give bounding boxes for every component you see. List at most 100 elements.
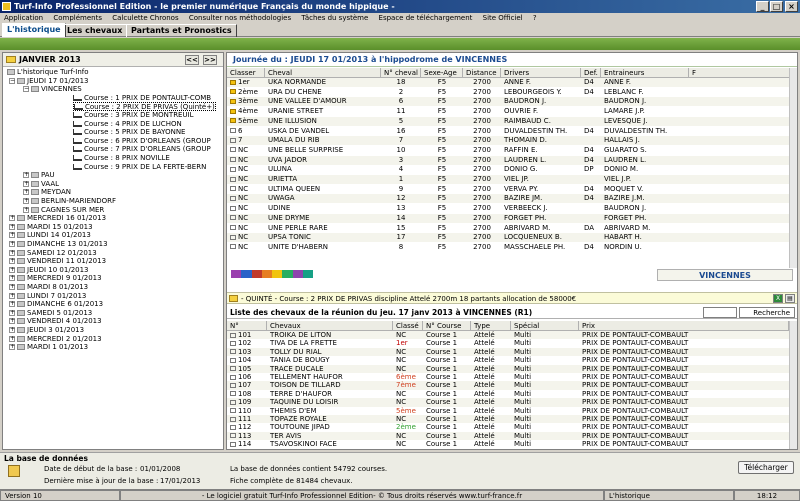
expand-icon[interactable]: + [23, 172, 29, 179]
result-row[interactable]: NC UDINE 13 F5 2700 VERBEECK J. BAUDRON J. [227, 204, 797, 213]
horse-row[interactable]: 110 THEMIS D'EM 5ème Course 1 Attelé Multi PRI… [227, 407, 797, 415]
tree-node[interactable]: + MARDI 15 01/2013 [9, 223, 93, 232]
horse-row[interactable]: 112 TOUTOUNE JIPAD 2ème Course 1 Attelé Multi… [227, 423, 797, 431]
horse-row[interactable]: 104 TANIA DE BOUGY NC Course 1 Attelé Multi PR… [227, 356, 797, 364]
tree-node[interactable]: Course : 5 PRIX DE BAYONNE [73, 128, 185, 137]
tree-node[interactable]: + SAMEDI 5 01/2013 [9, 309, 92, 318]
excel-export-icon[interactable]: X [773, 294, 783, 303]
maximize-button[interactable]: □ [770, 1, 783, 12]
grid-column-header[interactable]: Spécial [511, 321, 579, 331]
grid-column-header[interactable]: N° cheval [381, 68, 421, 78]
expand-icon[interactable]: + [9, 258, 15, 265]
horse-row[interactable]: 107 TOISON DE TILLARD 7ème Course 1 Attelé Mu… [227, 381, 797, 390]
result-row[interactable]: 3ème UNE VALLEE D'AMOUR 6 F5 2700 BAUDRON J. B… [227, 97, 797, 107]
close-button[interactable]: × [785, 1, 798, 12]
grid-column-header[interactable]: Type [471, 321, 511, 331]
tree-node[interactable]: + VENDREDI 11 01/2013 [9, 257, 106, 266]
grid-column-header[interactable]: Classer [227, 68, 265, 78]
print-icon[interactable]: ▤ [785, 294, 795, 303]
grid-column-header[interactable]: Prix [579, 321, 789, 331]
tab-historique[interactable]: L'historique [2, 23, 66, 37]
horse-row[interactable]: 102 TIVA DE LA FRETTE 1er Course 1 Attelé Mul… [227, 339, 797, 347]
download-button[interactable]: Télécharger [738, 461, 794, 474]
expand-icon[interactable]: + [9, 249, 15, 256]
menu-taches[interactable]: Tâches du système [301, 14, 368, 22]
tree-node[interactable]: Course : 6 PRIX D'ORLEANS (GROUP [73, 137, 211, 146]
tree-node[interactable]: + DIMANCHE 6 01/2013 [9, 300, 103, 309]
collapse-icon[interactable]: − [9, 77, 15, 84]
horse-row[interactable]: 106 TELLEMENT HAUFOR 6ème Course 1 Attelé Mul… [227, 373, 797, 381]
grid-column-header[interactable]: Chevaux [267, 321, 393, 331]
tree-node[interactable]: + JEUDI 10 01/2013 [9, 266, 89, 275]
tree-node[interactable]: + MERCREDI 9 01/2013 [9, 274, 102, 283]
grid-column-header[interactable]: F [689, 68, 797, 78]
expand-icon[interactable]: + [9, 335, 15, 342]
expand-icon[interactable]: + [9, 241, 15, 247]
expand-icon[interactable]: + [9, 318, 15, 325]
expand-icon[interactable]: + [9, 223, 15, 230]
tree-node[interactable]: + SAMEDI 12 01/2013 [9, 249, 97, 258]
grid-column-header[interactable]: Drivers [501, 68, 581, 78]
next-month-button[interactable]: >> [203, 55, 217, 65]
expand-icon[interactable]: + [9, 215, 15, 222]
tree-node[interactable]: + BERLIN-MARIENDORF [23, 197, 116, 206]
result-row[interactable]: NC UNITE D'HABERN 8 F5 2700 MASSCHAELE PH. D4 N… [227, 243, 797, 252]
result-row[interactable]: 5ème UNE ILLUSION 5 F5 2700 RAIMBAUD C. LEVESQ… [227, 116, 797, 126]
result-row[interactable]: NC ULUNA 4 F5 2700 DONIO G. DP DONIO M. [227, 165, 797, 174]
menu-site[interactable]: Site Officiel [483, 14, 523, 22]
search-button[interactable]: Recherche [739, 307, 795, 318]
expand-icon[interactable]: + [9, 284, 15, 290]
horse-row[interactable]: 111 TOPAZE ROYALE NC Course 1 Attelé Multi PRI… [227, 415, 797, 424]
tree-node[interactable]: + LUNDI 14 01/2013 [9, 231, 91, 240]
tree-node[interactable]: + MEYDAN [23, 188, 71, 197]
expand-icon[interactable]: + [9, 232, 15, 239]
tree-node[interactable]: + MARDI 8 01/2013 [9, 283, 88, 292]
tree-node[interactable]: + CAGNES SUR MER [23, 206, 104, 215]
tree-node[interactable]: + LUNDI 7 01/2013 [9, 292, 86, 301]
tree-node[interactable]: + JEUDI 3 01/2013 [9, 326, 84, 335]
menu-complements[interactable]: Compléments [53, 14, 102, 22]
tree-node[interactable]: + MERCREDI 2 01/2013 [9, 335, 102, 344]
result-row[interactable]: 4ème URANIE STREET 11 F5 2700 OUVRIE F. LAMARE… [227, 107, 797, 116]
result-row[interactable]: 1er UKA NORMANDE 18 F5 2700 ANNE F. D4 ANNE F. [227, 78, 797, 87]
menu-application[interactable]: Application [4, 14, 43, 22]
horses-scrollbar[interactable] [789, 321, 797, 449]
tree-node[interactable]: Course : 2 PRIX DE PRIVAS (Quinté+) [73, 102, 216, 111]
tree-node[interactable]: + VAAL [23, 180, 59, 189]
menu-calculette[interactable]: Calculette Chronos [112, 14, 178, 22]
tree-node[interactable]: − VINCENNES [23, 85, 82, 94]
grid-column-header[interactable]: Sexe-Age [421, 68, 463, 78]
expand-icon[interactable]: + [23, 206, 29, 213]
expand-icon[interactable]: + [9, 344, 15, 351]
result-row[interactable]: NC UVA JADOR 3 F5 2700 LAUDREN L. D4 LAUDREN L. [227, 155, 797, 165]
expand-icon[interactable]: + [9, 266, 15, 273]
results-scrollbar[interactable] [789, 68, 797, 268]
tree-node[interactable]: + PAU [23, 171, 55, 180]
result-row[interactable]: NC UWAGA 12 F5 2700 BAZIRE JM. D4 BAZIRE J.M. [227, 194, 797, 204]
tree-node[interactable]: Course : 7 PRIX D'ORLEANS (GROUP [73, 145, 211, 154]
result-row[interactable]: 6 USKA DE VANDEL 16 F5 2700 DUVALDESTIN TH. D4… [227, 127, 797, 136]
grid-column-header[interactable]: N° Course [423, 321, 471, 331]
menu-methodologies[interactable]: Consulter nos méthodologies [189, 14, 291, 22]
tab-partants[interactable]: Partants et Pronostics [126, 24, 237, 37]
search-input[interactable] [703, 307, 737, 318]
tree-node[interactable]: Course : 1 PRIX DE PONTAULT-COMB [73, 94, 211, 103]
expand-icon[interactable]: + [9, 275, 15, 282]
tab-chevaux[interactable]: Les chevaux [62, 24, 128, 37]
tree-node[interactable]: + DIMANCHE 13 01/2013 [9, 240, 108, 249]
horse-row[interactable]: 109 TAQUINE DU LOISIR NC Course 1 Attelé Mult… [227, 398, 797, 407]
expand-icon[interactable]: + [9, 301, 15, 308]
horse-row[interactable]: 101 TROIKA DE LITON NC Course 1 Attelé Multi P… [227, 331, 797, 340]
menu-telechargement[interactable]: Espace de téléchargement [379, 14, 473, 22]
horse-row[interactable]: 105 TRACE DUCALE NC Course 1 Attelé Multi PRIX… [227, 364, 797, 373]
result-row[interactable]: NC UNE PERLE RARE 15 F5 2700 ABRIVARD M. DA ABR… [227, 224, 797, 233]
expand-icon[interactable]: + [23, 189, 29, 196]
result-row[interactable]: NC UNE BELLE SURPRISE 10 F5 2700 RAFFIN E. D4 G… [227, 146, 797, 155]
tree-node[interactable]: + VENDREDI 4 01/2013 [9, 317, 102, 326]
horse-row[interactable]: 103 TOLLY DU RIAL NC Course 1 Attelé Multi PRI… [227, 347, 797, 357]
expand-icon[interactable]: + [9, 327, 15, 333]
tree-node[interactable]: Course : 9 PRIX DE LA FERTE-BERN [73, 163, 206, 172]
menu-help[interactable]: ? [533, 14, 537, 22]
collapse-icon[interactable]: − [23, 86, 29, 93]
result-row[interactable]: 7 UMALA DU RIB 7 F5 2700 THOMAIN D. HALLAIS J. [227, 136, 797, 146]
